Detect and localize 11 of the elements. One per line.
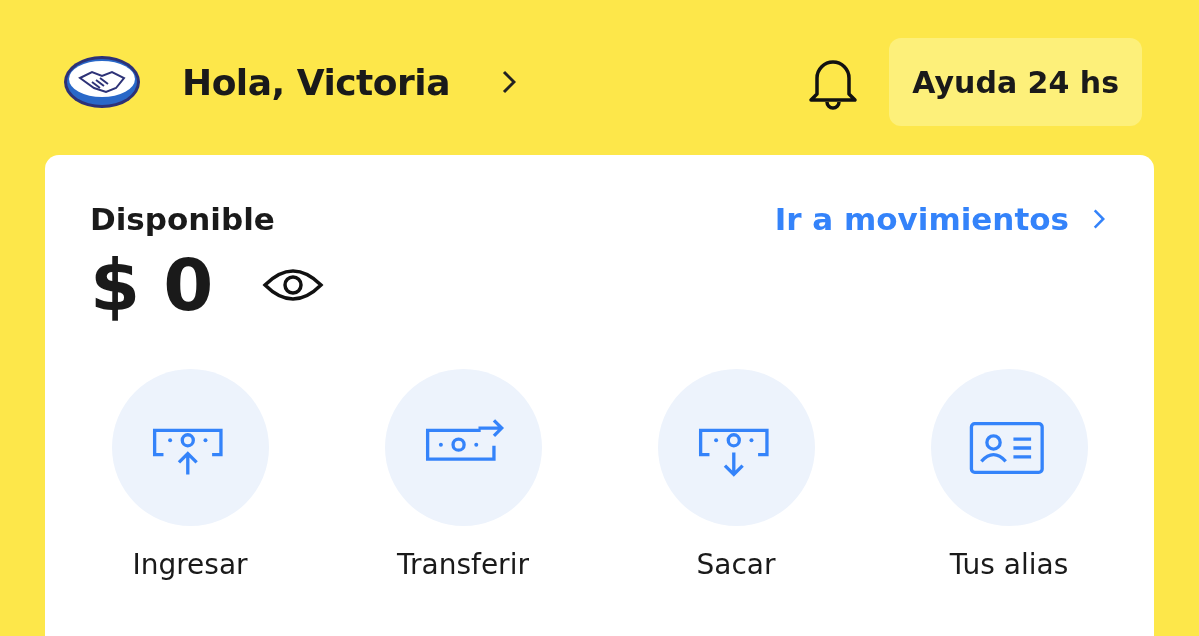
action-label[interactable]: Tus alias bbox=[949, 548, 1069, 581]
balance-amount: $ 0 bbox=[90, 243, 213, 327]
action-label[interactable]: Ingresar bbox=[132, 548, 248, 581]
help-button[interactable]: Ayuda 24 hs bbox=[889, 38, 1142, 126]
balance-label: Disponible bbox=[90, 201, 276, 237]
handshake-logo-icon[interactable] bbox=[62, 54, 142, 110]
greeting-link[interactable]: Hola, Victoria bbox=[182, 61, 450, 103]
action-label[interactable]: Sacar bbox=[696, 548, 776, 581]
action-label[interactable]: Transferir bbox=[397, 548, 529, 581]
chevron-right-icon[interactable] bbox=[501, 70, 516, 94]
movements-link[interactable]: Ir a movimientos bbox=[774, 201, 1069, 237]
